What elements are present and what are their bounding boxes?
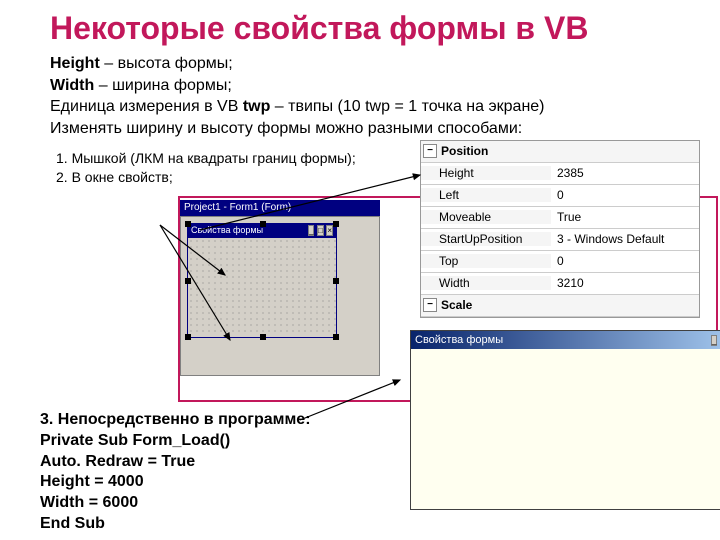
resize-handle[interactable] [333, 334, 339, 340]
property-name: StartUpPosition [421, 232, 551, 246]
properties-category-scale[interactable]: − Scale [421, 295, 699, 317]
property-row: Moveable True [421, 207, 699, 229]
close-button[interactable]: × [326, 225, 333, 236]
runtime-body [411, 349, 720, 509]
form-designer-window: Project1 - Form1 (Form) Свойства формы _… [180, 200, 380, 380]
method-1-2-text: 1. Мышкой (ЛКМ на квадраты границ формы)… [56, 149, 356, 185]
runtime-window: Свойства формы _ □ × [410, 330, 720, 510]
property-value[interactable]: 3210 [551, 276, 699, 290]
property-value[interactable]: 0 [551, 188, 699, 202]
designer-title: Project1 - Form1 (Form) [184, 202, 291, 213]
resize-handle[interactable] [185, 221, 191, 227]
property-value[interactable]: 2385 [551, 166, 699, 180]
runtime-window-buttons: _ □ × [711, 334, 720, 346]
runtime-title: Свойства формы [415, 334, 503, 346]
maximize-button[interactable]: □ [317, 225, 324, 236]
property-value[interactable]: True [551, 210, 699, 224]
properties-panel: − Position Height 2385 Left 0 Moveable T… [420, 140, 700, 318]
property-row: Left 0 [421, 185, 699, 207]
designer-titlebar: Project1 - Form1 (Form) [180, 200, 380, 216]
runtime-titlebar: Свойства формы _ □ × [411, 331, 720, 349]
resize-handle[interactable] [260, 221, 266, 227]
minimize-button[interactable]: _ [711, 335, 717, 346]
form-body-grid [188, 238, 336, 336]
term-width: Width [50, 77, 94, 94]
resize-handle[interactable] [333, 221, 339, 227]
collapse-icon[interactable]: − [423, 144, 437, 158]
form-window[interactable]: Свойства формы _ □ × [187, 223, 337, 338]
resize-handle[interactable] [185, 278, 191, 284]
property-name: Left [421, 188, 551, 202]
form-window-buttons: _ □ × [308, 225, 333, 237]
property-value[interactable]: 0 [551, 254, 699, 268]
property-row: Width 3210 [421, 273, 699, 295]
method-3-code: 3. Непосредственно в программе: Private … [40, 410, 311, 535]
resize-handle[interactable] [185, 334, 191, 340]
term-twp: twp [243, 98, 271, 115]
minimize-button[interactable]: _ [308, 225, 314, 236]
resize-handle[interactable] [333, 278, 339, 284]
property-name: Width [421, 276, 551, 290]
property-value[interactable]: 3 - Windows Default [551, 232, 699, 246]
form-title: Свойства формы [191, 225, 263, 237]
property-name: Height [421, 166, 551, 180]
properties-category-position[interactable]: − Position [421, 141, 699, 163]
property-row: Top 0 [421, 251, 699, 273]
property-name: Top [421, 254, 551, 268]
property-name: Moveable [421, 210, 551, 224]
slide-title: Некоторые свойства формы в VB [50, 10, 700, 47]
resize-handle[interactable] [260, 334, 266, 340]
collapse-icon[interactable]: − [423, 298, 437, 312]
designer-client-area: Свойства формы _ □ × [180, 216, 380, 376]
vb-screenshot-area: Project1 - Form1 (Form) Свойства формы _… [50, 190, 690, 410]
term-height: Height [50, 55, 100, 72]
intro-text: Height – высота формы; Width – ширина фо… [50, 53, 700, 139]
property-row: StartUpPosition 3 - Windows Default [421, 229, 699, 251]
property-row: Height 2385 [421, 163, 699, 185]
